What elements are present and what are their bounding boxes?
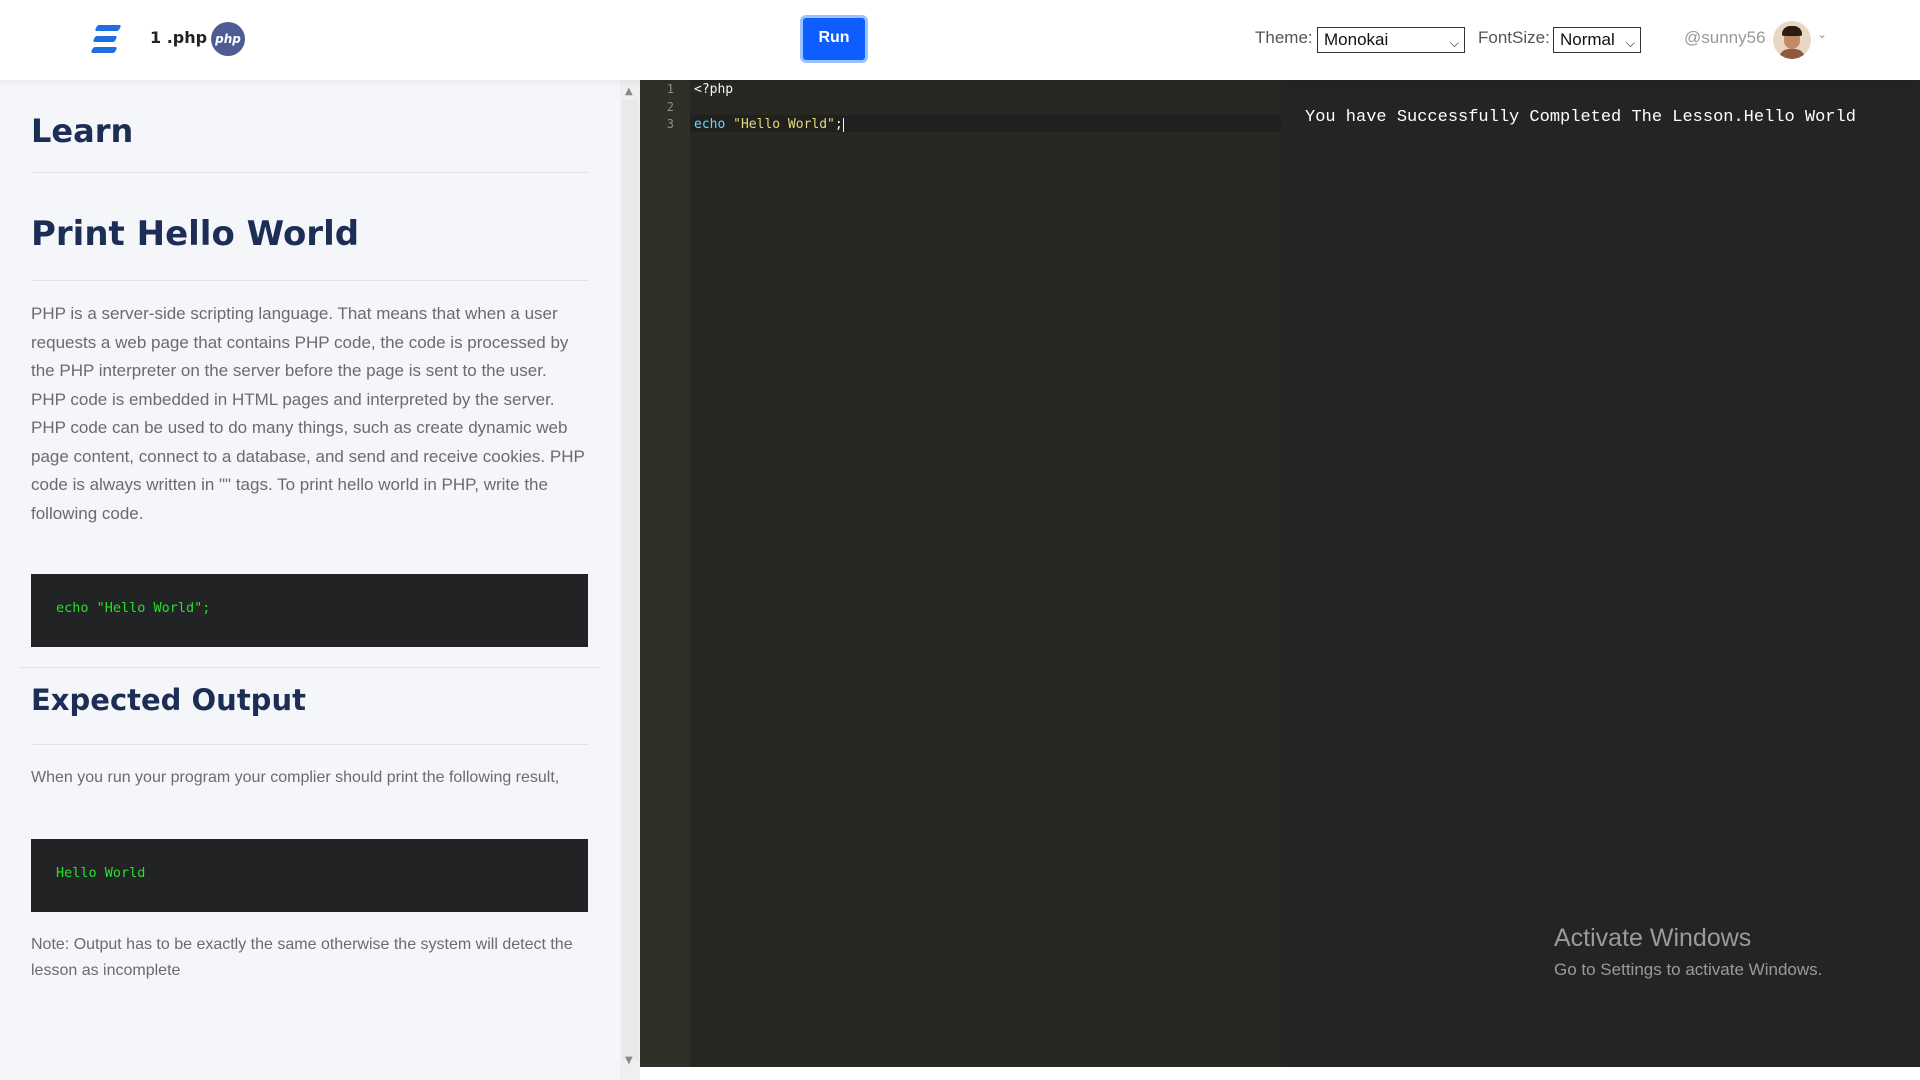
app-logo-icon[interactable] [90, 25, 122, 55]
code-semicolon: ; [834, 117, 843, 132]
theme-select[interactable]: Monokai ⌵ [1317, 27, 1465, 53]
expected-output-heading: Expected Output [31, 683, 306, 717]
learn-title: Learn [31, 112, 134, 150]
example-code-block: echo "Hello World"; [31, 574, 588, 647]
code-line-1[interactable]: <?php [694, 82, 733, 97]
scroll-up-arrow-icon[interactable]: ▲ [625, 86, 633, 97]
php-badge-icon: php [211, 22, 245, 56]
fontsize-label: FontSize: [1478, 28, 1550, 47]
file-name: 1 .php [150, 28, 208, 47]
lesson-scrollbar[interactable]: ▲ ▼ [620, 80, 640, 1080]
fontsize-select-value: Normal [1560, 30, 1615, 49]
windows-watermark-title: Activate Windows [1554, 924, 1752, 952]
avatar[interactable] [1773, 21, 1811, 59]
theme-select-value: Monokai [1324, 30, 1389, 49]
line-number: 1 [666, 82, 674, 96]
lesson-pane: Learn Print Hello World PHP is a server-… [0, 80, 620, 1080]
expected-output-block: Hello World [31, 839, 588, 912]
lesson-description: PHP is a server-side scripting language.… [31, 304, 585, 523]
divider [31, 744, 588, 745]
text-cursor [842, 117, 844, 132]
run-button[interactable]: Run [800, 15, 868, 63]
editor-gutter: 1 2 3 [640, 80, 690, 1067]
windows-watermark-subtitle: Go to Settings to activate Windows. [1554, 960, 1823, 979]
code-editor[interactable]: 1 2 3 <?php echo "Hello World"; [640, 80, 1281, 1067]
user-menu-chevron-icon[interactable]: ⌄ [1817, 27, 1827, 41]
line-number: 2 [666, 100, 674, 114]
code-string: "Hello World" [733, 117, 835, 132]
code-line-3[interactable]: echo "Hello World"; [694, 117, 844, 132]
divider [20, 667, 600, 668]
output-text: You have Successfully Completed The Less… [1305, 108, 1856, 127]
expected-output-description: When you run your program your complier … [31, 769, 560, 786]
scroll-down-arrow-icon[interactable]: ▼ [625, 1055, 633, 1066]
output-pane: You have Successfully Completed The Less… [1281, 80, 1920, 1067]
top-header: 1 .php php Run Theme: Monokai ⌵ FontSize… [0, 0, 1920, 80]
divider [31, 172, 588, 173]
divider [31, 280, 588, 281]
chevron-down-icon: ⌵ [1449, 36, 1459, 50]
lesson-note: Note: Output has to be exactly the same … [31, 936, 573, 979]
lesson-heading: Print Hello World [31, 214, 360, 254]
chevron-down-icon: ⌵ [1625, 36, 1635, 50]
code-keyword: echo [694, 117, 726, 132]
username[interactable]: @sunny56 [1684, 28, 1766, 48]
theme-label: Theme: [1255, 28, 1313, 47]
scrollbar-thumb[interactable] [622, 100, 638, 1060]
line-number: 3 [666, 117, 674, 131]
fontsize-select[interactable]: Normal ⌵ [1553, 27, 1641, 53]
